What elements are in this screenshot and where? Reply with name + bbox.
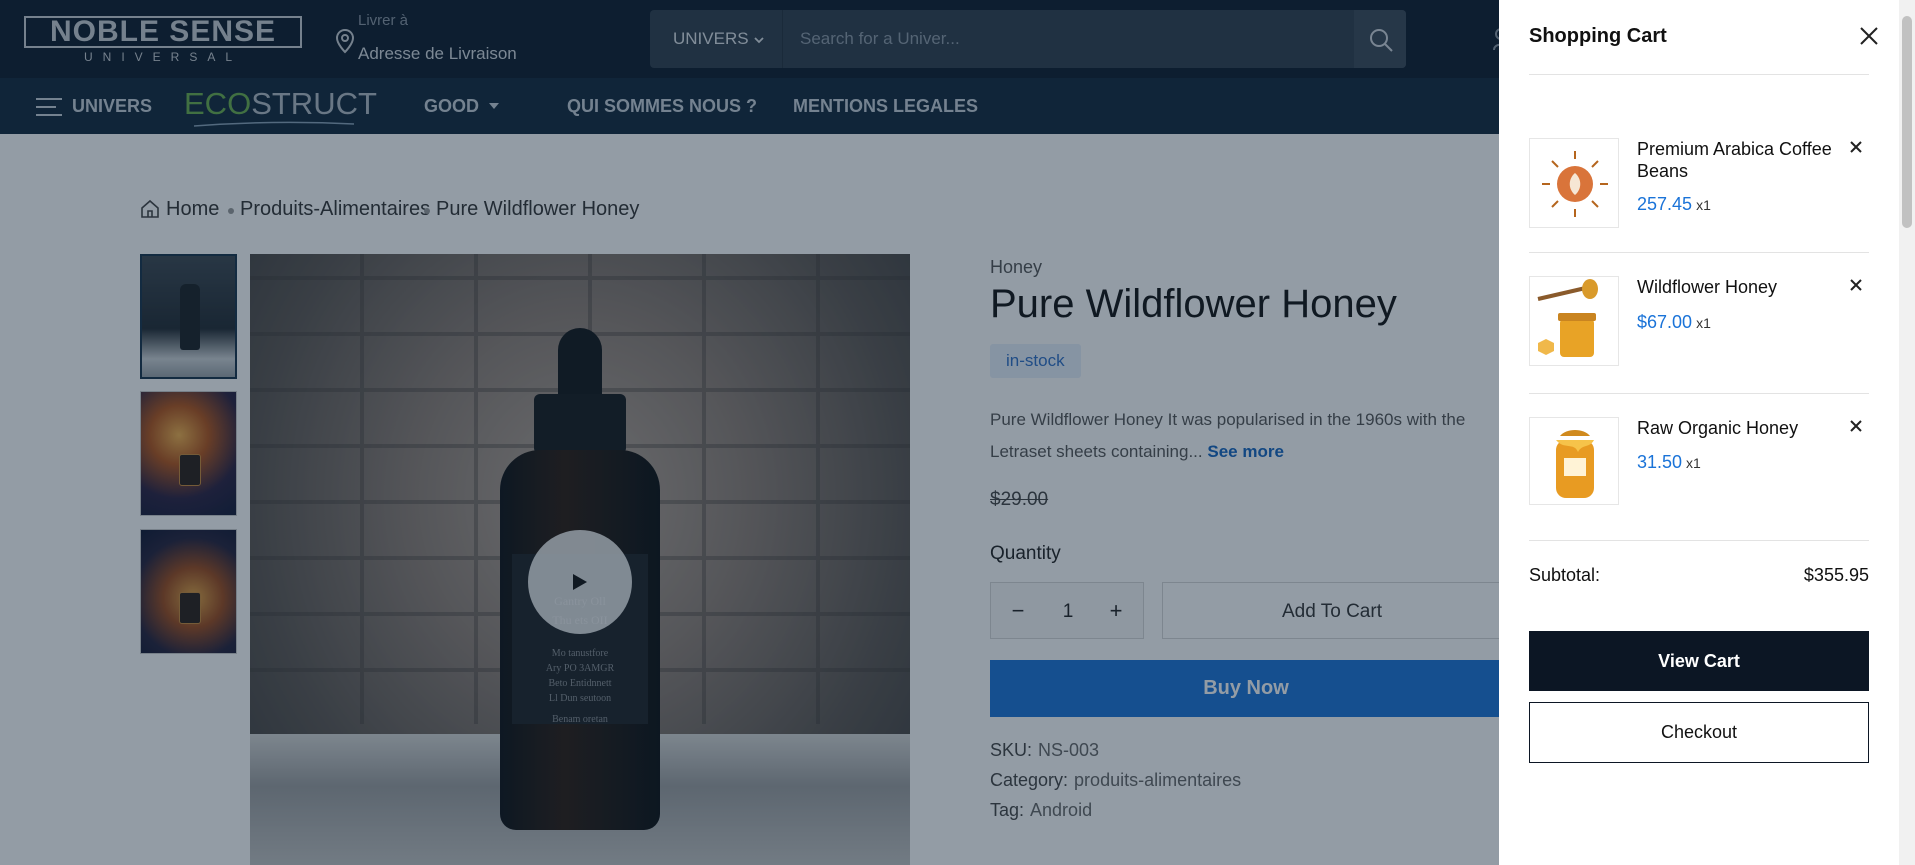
remove-item-icon[interactable] [1849, 278, 1863, 292]
coffee-cup-icon [1542, 151, 1608, 217]
divider [1529, 540, 1869, 541]
divider [1529, 74, 1869, 75]
cart-item-price-row: $67.00 x1 [1637, 312, 1711, 333]
divider [1529, 393, 1869, 394]
cart-item: Premium Arabica Coffee Beans 257.45 x1 [1529, 138, 1869, 238]
cart-item-price: 31.50 [1637, 452, 1683, 472]
shopping-cart-drawer: Shopping Cart Premium Arabica Coffee Bea… [1499, 0, 1915, 865]
checkout-button[interactable]: Checkout [1529, 702, 1869, 763]
cart-item: Wildflower Honey $67.00 x1 [1529, 276, 1869, 376]
cart-item-image[interactable] [1529, 276, 1619, 366]
cart-item-name[interactable]: Raw Organic Honey [1637, 417, 1852, 439]
cart-item-qty: x1 [1686, 455, 1701, 471]
scrollbar-thumb[interactable] [1902, 16, 1912, 228]
scrollbar[interactable] [1899, 0, 1915, 865]
cart-title: Shopping Cart [1529, 25, 1667, 47]
remove-item-icon[interactable] [1849, 419, 1863, 433]
cart-item-image[interactable] [1529, 417, 1619, 505]
cart-item: Raw Organic Honey 31.50 x1 [1529, 417, 1869, 517]
cart-item-name[interactable]: Wildflower Honey [1637, 276, 1852, 298]
cart-item-qty: x1 [1696, 315, 1711, 331]
cart-item-image[interactable] [1529, 138, 1619, 228]
divider [1529, 252, 1869, 253]
close-icon[interactable] [1857, 24, 1881, 48]
cart-item-name-line: Beans [1637, 161, 1689, 181]
view-cart-button[interactable]: View Cart [1529, 631, 1869, 691]
cart-item-price-row: 257.45 x1 [1637, 194, 1711, 215]
cart-item-name-line: Premium Arabica Coffee [1637, 139, 1832, 159]
honey-jar-icon [1556, 430, 1594, 498]
subtotal-label: Subtotal: [1529, 565, 1601, 585]
cart-item-qty: x1 [1696, 197, 1711, 213]
cart-item-name[interactable]: Premium Arabica Coffee Beans [1637, 138, 1852, 182]
remove-item-icon[interactable] [1849, 140, 1863, 154]
honey-jar-icon [1537, 279, 1598, 357]
cart-item-price: 257.45 [1637, 194, 1693, 214]
cart-item-price-row: 31.50 x1 [1637, 452, 1701, 473]
subtotal-value: $355.95 [1803, 565, 1869, 585]
cart-item-price: $67.00 [1637, 312, 1693, 332]
